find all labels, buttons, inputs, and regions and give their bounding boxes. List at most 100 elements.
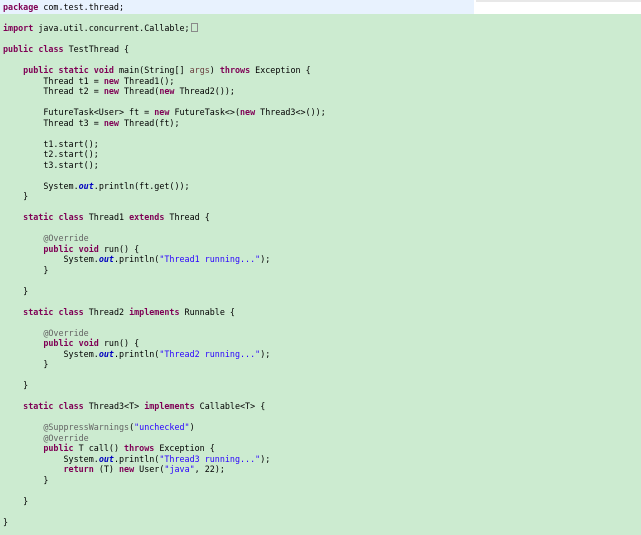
code-line[interactable] [3,485,639,496]
code-line[interactable]: static class Thread2 implements Runnable… [3,307,639,318]
code-text: Runnable { [179,306,235,317]
code-text: Exception { [250,65,311,75]
code-line[interactable] [3,13,639,24]
code-text: .println( [113,453,160,464]
code-line[interactable] [3,97,639,108]
keyword: static [23,212,54,222]
code-line[interactable]: Thread t3 = new Thread(ft); [3,118,639,129]
static-field: out [98,453,114,464]
unused-variable: args [189,65,210,75]
code-text: ); [260,453,271,464]
code-text: t2.start(); [3,149,99,159]
code-line[interactable]: public class TestThread { [3,44,639,55]
code-line[interactable]: System.out.println("Thread1 running...")… [3,254,639,265]
code-text: Callable<T> { [194,401,266,411]
code-line[interactable] [3,170,639,181]
annotation: @Override [43,327,89,338]
code-text: .println( [113,348,160,359]
keyword: implements [129,306,180,317]
code-line[interactable] [3,223,639,234]
keyword: class [38,44,64,54]
code-line[interactable]: public T call() throws Exception { [3,443,639,454]
code-line[interactable] [3,317,639,328]
code-line[interactable]: t2.start(); [3,149,639,160]
code-text: main(String[] [113,65,190,75]
code-text: com.test.thread; [38,2,125,12]
code-text: t3.start(); [3,159,99,170]
keyword: public [23,65,54,75]
code-text: } [3,380,29,390]
code-line[interactable]: t1.start(); [3,139,639,150]
code-editor[interactable]: package com.test.thread; import java.uti… [0,0,641,535]
keyword: void [78,243,99,254]
code-line[interactable]: public void run() { [3,338,639,349]
code-line[interactable]: System.out.println("Thread2 running...")… [3,349,639,360]
code-line[interactable] [3,391,639,402]
code-line[interactable]: static class Thread3<T> implements Calla… [3,401,639,412]
code-line[interactable] [3,202,639,213]
code-lines[interactable]: package com.test.thread; import java.uti… [3,2,639,527]
code-text: Thread3<T> [83,401,145,411]
code-line[interactable]: } [3,380,639,391]
code-line[interactable]: Thread t1 = new Thread1(); [3,76,639,87]
code-line[interactable]: @SuppressWarnings("unchecked") [3,422,639,433]
code-text: Exception { [154,443,215,453]
code-line[interactable]: System.out.println(ft.get()); [3,181,639,192]
code-text: Thread3<>()); [255,107,326,117]
code-text: Thread2()); [174,86,235,96]
code-line[interactable]: public static void main(String[] args) t… [3,65,639,76]
code-line[interactable]: @Override [3,433,639,444]
code-line[interactable]: t3.start(); [3,160,639,171]
code-line[interactable] [3,506,639,517]
code-line[interactable]: Thread t2 = new Thread(new Thread2()); [3,86,639,97]
code-line[interactable]: @Override [3,233,639,244]
code-line[interactable]: System.out.println("Thread3 running...")… [3,454,639,465]
code-text: run() { [98,243,140,254]
code-line[interactable] [3,370,639,381]
code-text: } [3,495,29,506]
keyword: new [103,75,119,86]
code-text: } [3,474,49,485]
code-line[interactable]: } [3,517,639,528]
keyword: class [58,401,84,411]
code-line[interactable]: FutureTask<User> ft = new FutureTask<>(n… [3,107,639,118]
code-line[interactable] [3,55,639,66]
keyword: import [3,23,34,33]
code-line[interactable]: } [3,475,639,486]
code-line[interactable] [3,275,639,286]
keyword: return [63,464,94,474]
code-line[interactable]: } [3,496,639,507]
annotation: @Override [43,432,89,443]
static-field: out [78,180,94,191]
code-line[interactable]: static class Thread1 extends Thread { [3,212,639,223]
code-line[interactable]: } [3,359,639,370]
code-line[interactable]: package com.test.thread; [3,2,639,13]
code-line[interactable]: @Override [3,328,639,339]
code-line[interactable]: } [3,265,639,276]
code-line[interactable] [3,34,639,45]
code-text: } [3,264,49,275]
code-line[interactable]: } [3,286,639,297]
code-line[interactable]: return (T) new User("java", 22); [3,464,639,475]
code-line[interactable]: public void run() { [3,244,639,255]
code-text: } [3,516,9,527]
code-line[interactable] [3,128,639,139]
code-text: System. [3,180,79,191]
keyword: package [3,2,39,12]
code-line[interactable]: import java.util.concurrent.Callable; [3,23,639,34]
code-line[interactable] [3,412,639,423]
code-text: t1.start(); [3,138,99,149]
code-line[interactable] [3,296,639,307]
keyword: new [154,107,170,117]
code-text: ); [260,254,271,264]
keyword: static [23,401,54,411]
code-text: System. [3,348,99,359]
code-text: ); [260,348,271,359]
code-line[interactable]: } [3,191,639,202]
code-text: TestThread { [63,44,130,54]
keyword: public [43,243,74,254]
